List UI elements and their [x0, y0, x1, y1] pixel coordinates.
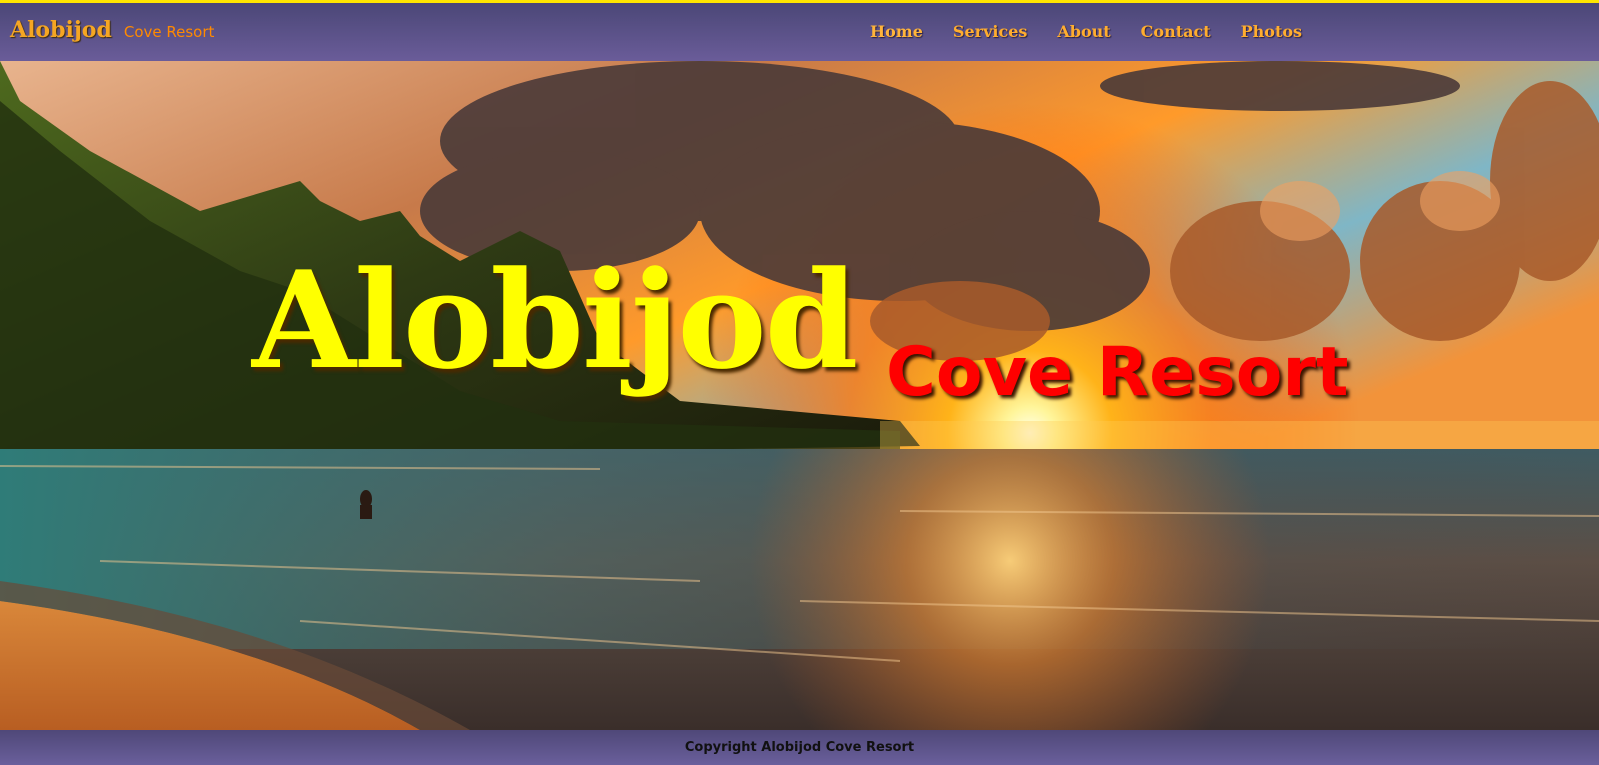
nav-link-services[interactable]: Services	[953, 22, 1027, 41]
hero-title: Alobijod	[252, 241, 858, 399]
brand-name: Alobijod	[10, 17, 112, 43]
copyright-text: Copyright Alobijod Cove Resort	[684, 740, 915, 755]
nav-link-photos[interactable]: Photos	[1241, 22, 1302, 41]
site-footer: Copyright Alobijod Cove Resort	[0, 730, 1599, 765]
hero-subtitle: Cove Resort	[886, 333, 1349, 412]
site-header: Alobijod Cove Resort Home Services About…	[0, 3, 1599, 61]
main-navigation: Home Services About Contact Photos	[870, 22, 1302, 41]
hero-banner: Alobijod Cove Resort	[0, 61, 1599, 730]
brand-logo[interactable]: Alobijod Cove Resort	[10, 17, 214, 43]
nav-link-about[interactable]: About	[1057, 22, 1110, 41]
brand-tagline: Cove Resort	[123, 23, 215, 41]
nav-link-home[interactable]: Home	[870, 22, 923, 41]
nav-link-contact[interactable]: Contact	[1141, 22, 1211, 41]
